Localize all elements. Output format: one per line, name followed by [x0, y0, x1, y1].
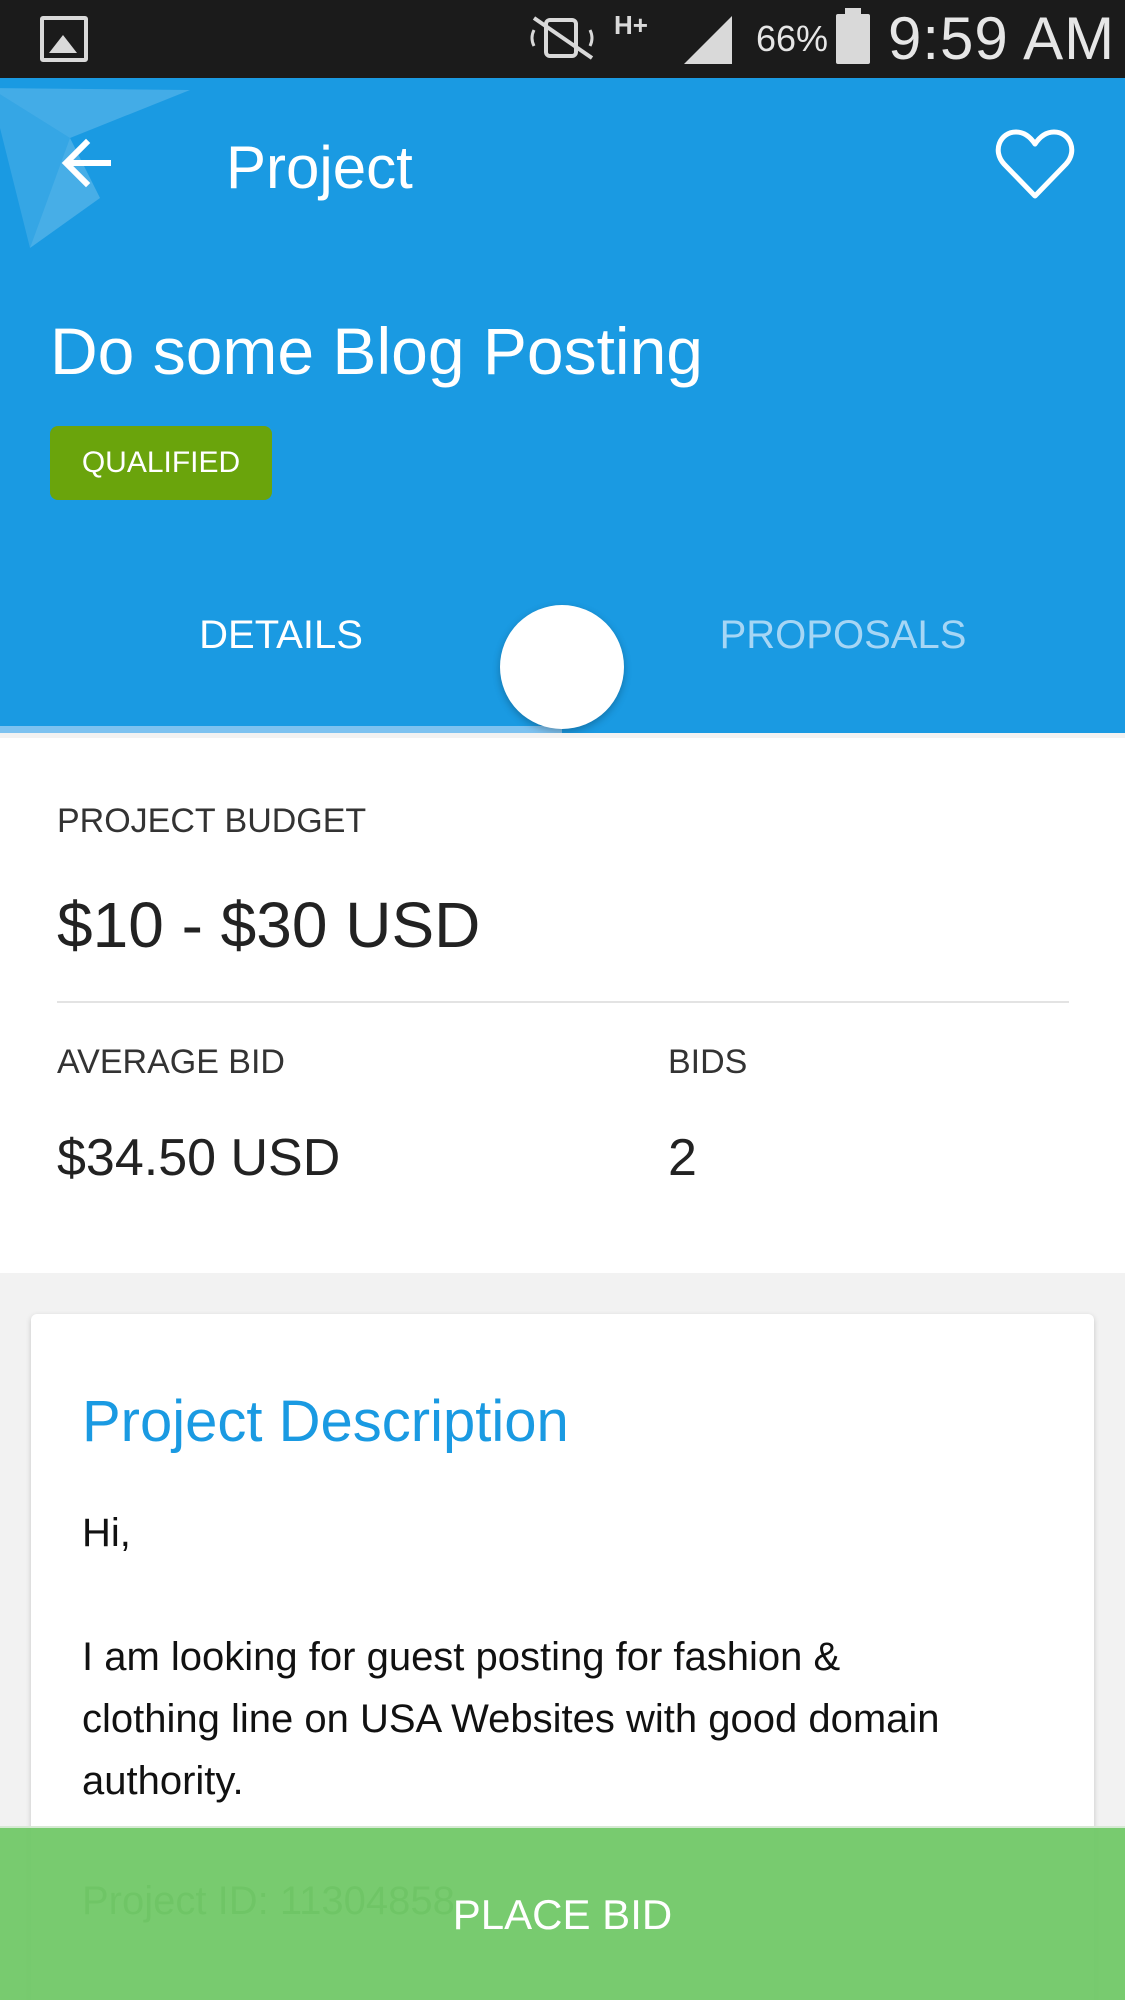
toolbar-title: Project: [226, 134, 413, 201]
clock: 9:59 AM: [888, 5, 1116, 72]
average-bid-value: $34.50 USD: [57, 1129, 341, 1187]
project-header: Project Do some Blog Posting QUALIFIED D…: [0, 78, 1125, 733]
battery-percent: 66%: [756, 18, 829, 59]
tab-proposals[interactable]: PROPOSALS: [562, 613, 1124, 658]
favorite-heart-icon[interactable]: [994, 126, 1076, 202]
project-title: Do some Blog Posting: [50, 314, 704, 388]
place-bid-button[interactable]: PLACE BID: [0, 1826, 1125, 2000]
network-type-icon: H+: [614, 10, 648, 40]
project-budget-label: PROJECT BUDGET: [57, 802, 367, 840]
description-line: authority.: [82, 1759, 244, 1803]
description-title: Project Description: [82, 1389, 569, 1454]
back-arrow-icon[interactable]: [58, 133, 118, 193]
project-budget-value: $10 - $30 USD: [57, 889, 481, 961]
gallery-notification-icon: [40, 16, 88, 62]
description-line: I am looking for guest posting for fashi…: [82, 1635, 841, 1679]
active-tab-indicator: [0, 726, 562, 733]
status-bar: H+ 66% 9:59 AM: [0, 0, 1125, 78]
description-line: Hi,: [82, 1511, 131, 1555]
tab-details[interactable]: DETAILS: [0, 613, 562, 658]
bids-value: 2: [668, 1129, 697, 1187]
divider: [57, 1001, 1069, 1003]
bids-label: BIDS: [668, 1043, 748, 1081]
tab-slider-handle[interactable]: [500, 605, 624, 729]
average-bid-label: AVERAGE BID: [57, 1043, 285, 1081]
budget-panel: PROJECT BUDGET $10 - $30 USD AVERAGE BID…: [0, 738, 1125, 1273]
battery-icon: [836, 8, 870, 64]
qualified-badge: QUALIFIED: [50, 426, 272, 500]
description-line: clothing line on USA Websites with good …: [82, 1697, 940, 1741]
vibrate-mute-icon: [530, 16, 594, 60]
signal-icon: [684, 16, 732, 64]
